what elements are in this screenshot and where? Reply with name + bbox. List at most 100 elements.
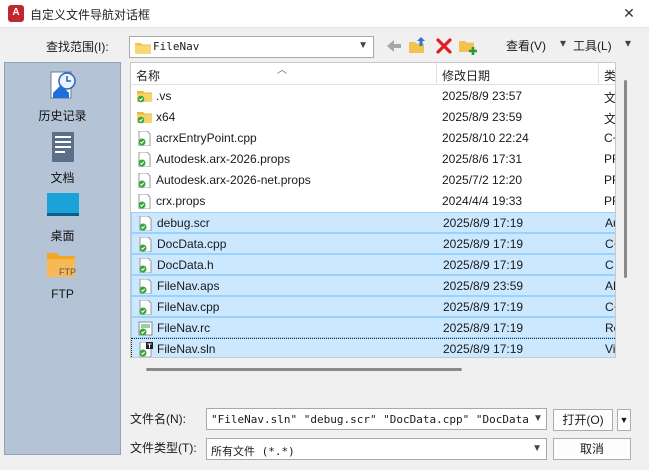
- file-icon: [139, 258, 152, 273]
- vertical-scrollbar[interactable]: [620, 62, 632, 358]
- column-header-type[interactable]: 类: [604, 67, 615, 84]
- file-date: 2025/8/9 17:19: [443, 300, 524, 314]
- file-type: C: [605, 258, 614, 272]
- column-divider[interactable]: [436, 63, 437, 85]
- file-type-value: 所有文件 (*.*): [211, 445, 295, 458]
- horizontal-scrollbar[interactable]: [146, 368, 462, 371]
- file-icon: [138, 194, 151, 209]
- file-name: debug.scr: [157, 216, 210, 230]
- file-type: Re: [605, 321, 615, 335]
- file-row[interactable]: Autodesk.arx-2026.props 2025/8/6 17:31 PR: [131, 149, 615, 170]
- file-icon: [138, 131, 151, 146]
- place-label: 文档: [50, 171, 75, 185]
- file-name: FileNav.rc: [157, 321, 211, 335]
- open-button[interactable]: 打开(O): [553, 409, 613, 431]
- file-name: .vs: [156, 89, 172, 103]
- file-row[interactable]: DocData.cpp 2025/8/9 17:19 C+: [131, 233, 615, 254]
- view-menu[interactable]: 查看(V): [506, 37, 546, 54]
- places-bar: 历史记录 文档 桌面 FTP FTP: [4, 62, 121, 455]
- back-arrow-icon[interactable]: [384, 36, 404, 56]
- place-ftp[interactable]: FTP FTP: [5, 249, 120, 301]
- column-header-name[interactable]: 名称: [136, 67, 160, 84]
- column-header-date[interactable]: 修改日期: [442, 67, 490, 84]
- open-dropdown-button[interactable]: ▼: [617, 409, 631, 431]
- file-date: 2025/8/9 17:19: [443, 237, 524, 251]
- view-menu-dropdown-icon[interactable]: ▾: [560, 36, 566, 50]
- window-title: 自定义文件导航对话框: [30, 8, 151, 22]
- file-row[interactable]: crx.props 2024/4/4 19:33 PR: [131, 191, 615, 212]
- file-date: 2025/7/2 12:20: [442, 173, 523, 187]
- svg-text:FTP: FTP: [59, 267, 76, 277]
- ftp-icon: FTP: [46, 253, 76, 277]
- delete-icon[interactable]: [434, 36, 454, 56]
- look-in-combo[interactable]: FileNav ▼: [129, 36, 374, 58]
- place-history[interactable]: 历史记录: [5, 69, 120, 124]
- file-name: DocData.cpp: [157, 237, 227, 251]
- place-desktop[interactable]: 桌面: [5, 191, 120, 244]
- new-folder-icon[interactable]: [458, 36, 478, 56]
- column-divider[interactable]: [598, 63, 599, 85]
- file-name: FileNav.sln: [157, 342, 216, 356]
- file-row[interactable]: DocData.h 2025/8/9 17:19 C: [131, 254, 615, 275]
- file-row[interactable]: FileNav.cpp 2025/8/9 17:19 C+: [131, 296, 615, 317]
- file-type: 文: [604, 112, 616, 126]
- place-label: FTP: [51, 287, 74, 301]
- file-date: 2025/8/9 23:57: [442, 89, 523, 103]
- file-row[interactable]: acrxEntryPoint.cpp 2025/8/10 22:24 C+: [131, 128, 615, 149]
- file-row[interactable]: FileNav.rc 2025/8/9 17:19 Re: [131, 317, 615, 338]
- close-icon: ✕: [623, 5, 635, 21]
- place-label: 桌面: [50, 229, 75, 243]
- tools-menu[interactable]: 工具(L): [573, 37, 612, 54]
- file-name: Autodesk.arx-2026-net.props: [156, 173, 311, 187]
- file-type: Vis: [605, 342, 616, 356]
- documents-icon: [51, 132, 74, 162]
- rc-file-icon: [138, 321, 153, 336]
- file-row[interactable]: debug.scr 2025/8/9 17:19 Au: [131, 212, 615, 233]
- file-row[interactable]: x64 2025/8/9 23:59 文: [131, 107, 616, 128]
- close-button[interactable]: ✕: [609, 0, 649, 27]
- look-in-label: 查找范围(I):: [46, 40, 109, 54]
- file-row[interactable]: FileNav.aps 2025/8/9 23:59 AP: [131, 275, 615, 296]
- list-header: ︿ 名称 修改日期 类: [131, 63, 615, 85]
- history-icon: [50, 71, 76, 99]
- file-icon: [139, 216, 152, 231]
- sln-file-icon: [139, 342, 153, 357]
- file-type-select[interactable]: 所有文件 (*.*) ▼: [206, 438, 547, 460]
- file-icon: [139, 237, 152, 252]
- scroll-thumb[interactable]: [624, 80, 627, 278]
- file-row[interactable]: Autodesk.arx-2026-net.props 2025/7/2 12:2…: [131, 170, 615, 191]
- file-row[interactable]: FileNav.sln 2025/8/9 17:19 Vis: [131, 338, 616, 357]
- file-date: 2025/8/9 17:19: [443, 342, 524, 356]
- file-icon: [138, 152, 151, 167]
- tools-menu-dropdown-icon[interactable]: ▾: [625, 36, 631, 50]
- file-date: 2025/8/9 17:19: [443, 216, 524, 230]
- file-date: 2024/4/4 19:33: [442, 194, 523, 208]
- place-documents[interactable]: 文档: [5, 131, 120, 186]
- up-folder-icon[interactable]: [408, 36, 428, 56]
- file-name: FileNav.aps: [157, 279, 220, 293]
- file-name: acrxEntryPoint.cpp: [156, 131, 257, 145]
- folder-icon: [137, 91, 152, 103]
- file-name-label: 文件名(N):: [130, 412, 186, 426]
- file-name: DocData.h: [157, 258, 214, 272]
- file-name: FileNav.cpp: [157, 300, 220, 314]
- triangle-down-icon: ▼: [619, 415, 629, 425]
- file-type: C+: [604, 131, 615, 145]
- cancel-button[interactable]: 取消: [553, 438, 631, 460]
- file-type: AP: [605, 279, 615, 293]
- file-name: Autodesk.arx-2026.props: [156, 152, 291, 166]
- file-date: 2025/8/9 23:59: [443, 279, 524, 293]
- folder-icon: [135, 43, 151, 54]
- file-row[interactable]: .vs 2025/8/9 23:57 文: [131, 86, 615, 107]
- file-name: x64: [156, 110, 176, 124]
- file-name-input[interactable]: "FileNav.sln" "debug.scr" "DocData.cpp" …: [206, 408, 547, 430]
- file-list[interactable]: ︿ 名称 修改日期 类 .vs 2025/8/9 23:57 文 x64 2025/8/…: [130, 62, 616, 358]
- file-type: C+: [605, 300, 615, 314]
- autocad-app-icon: A: [8, 5, 24, 22]
- file-name: crx.props: [156, 194, 206, 208]
- chevron-down-icon[interactable]: ▼: [530, 409, 546, 429]
- file-date: 2025/8/6 17:31: [442, 152, 523, 166]
- file-type: C+: [605, 237, 615, 251]
- look-in-value: FileNav: [153, 40, 200, 53]
- sort-ascending-icon: ︿: [277, 65, 287, 76]
